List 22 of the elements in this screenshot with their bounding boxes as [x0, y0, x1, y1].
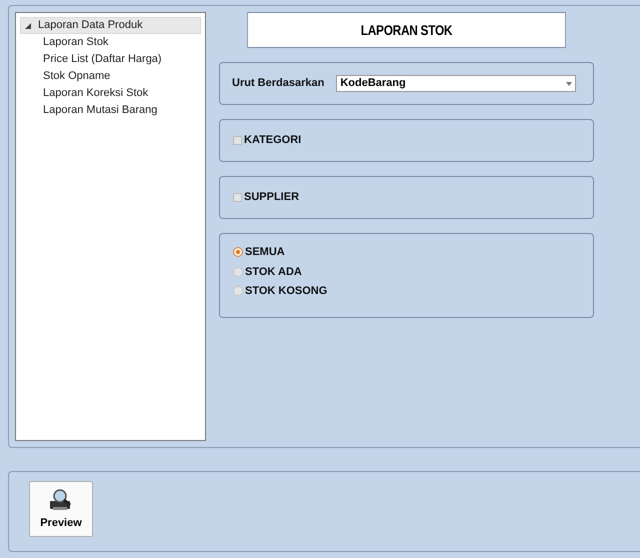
- checkbox[interactable]: [233, 136, 242, 145]
- expand-arrow-icon[interactable]: [25, 22, 31, 28]
- radio-button[interactable]: [233, 247, 243, 258]
- checkbox-label: SUPPLIER: [244, 190, 300, 206]
- tree-item[interactable]: Laporan Stok: [42, 34, 110, 51]
- print-preview-icon: [48, 486, 74, 512]
- sort-dropdown[interactable]: KodeBarang: [336, 75, 576, 92]
- radio-label: STOK KOSONG: [245, 284, 328, 299]
- dropdown-arrow-icon: [566, 82, 572, 86]
- radio-label: STOK ADA: [245, 264, 302, 280]
- sort-label: Urut Berdasarkan: [232, 76, 324, 92]
- radio-button[interactable]: [233, 266, 243, 277]
- preview-button[interactable]: Preview: [29, 481, 93, 537]
- checkbox-label: KATEGORI: [244, 133, 302, 148]
- tree-item[interactable]: Laporan Koreksi Stok: [42, 85, 150, 102]
- radio-label: SEMUA: [245, 245, 285, 260]
- report-title: LAPORAN STOK: [247, 12, 566, 48]
- radio-button[interactable]: [233, 286, 243, 296]
- tree-item[interactable]: Price List (Daftar Harga): [42, 51, 163, 68]
- checkbox[interactable]: [233, 193, 242, 202]
- tree-item[interactable]: Laporan Mutasi Barang: [42, 102, 158, 119]
- tree-item[interactable]: Stok Opname: [42, 68, 112, 85]
